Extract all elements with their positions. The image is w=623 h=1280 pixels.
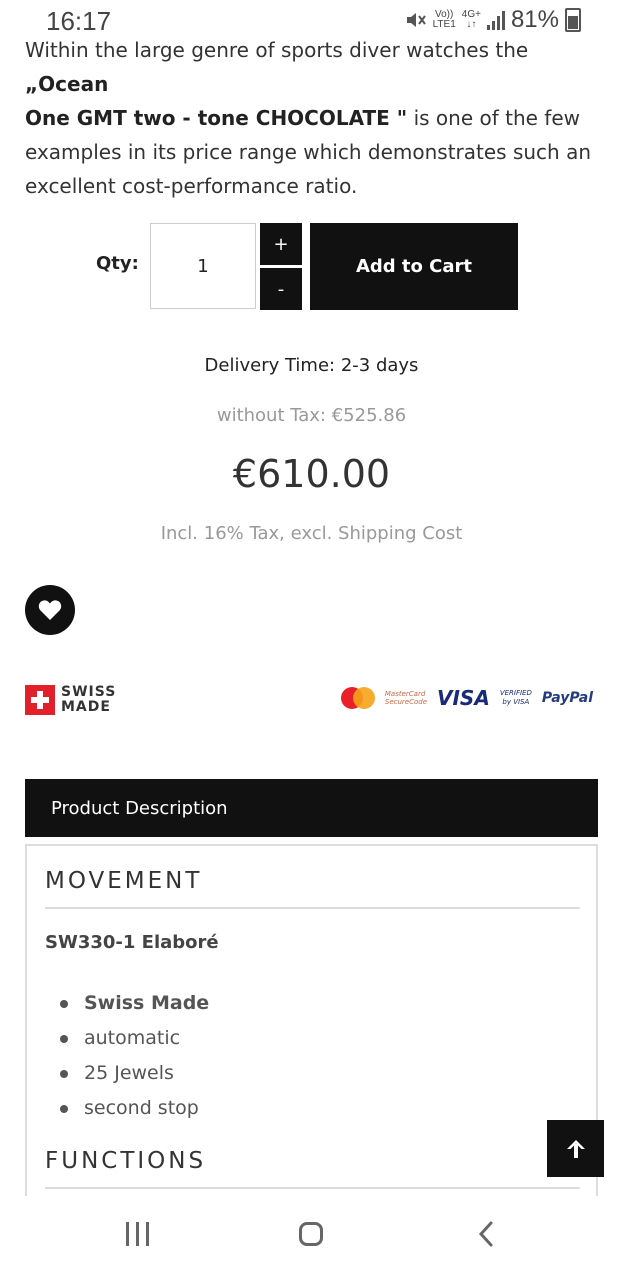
swiss-flag-icon <box>25 685 55 715</box>
quantity-input[interactable] <box>150 223 256 309</box>
battery-icon <box>565 8 581 32</box>
heart-icon <box>38 600 62 620</box>
mute-icon <box>406 13 426 27</box>
list-item: second stop <box>45 1091 209 1126</box>
android-nav-bar <box>0 1196 623 1280</box>
qty-decrease-button[interactable]: - <box>260 268 302 310</box>
price-without-tax: without Tax: €525.86 <box>216 405 407 426</box>
scroll-to-top-button[interactable] <box>547 1120 604 1177</box>
product-price: €610.00 <box>232 452 391 496</box>
signal-icon <box>486 10 505 30</box>
back-icon[interactable] <box>476 1220 496 1248</box>
network-indicator: 4G+ ↓↑ <box>462 10 481 30</box>
delivery-time: Delivery Time: 2-3 days <box>204 355 419 376</box>
vbv-line2: by VISA <box>502 698 530 706</box>
vbv-line1: VERIFIED <box>499 689 532 697</box>
tab-product-description[interactable]: Product Description <box>25 779 598 837</box>
data-arrows: ↓↑ <box>466 19 477 30</box>
intro-highlight-name: One GMT two - tone CHOCOLATE " <box>25 106 408 130</box>
intro-text-start: Within the large genre of sports diver w… <box>25 38 529 62</box>
swiss-made-logo: SWISS MADE <box>25 685 116 715</box>
arrow-up-icon <box>566 1139 585 1158</box>
swiss-made-text: SWISS MADE <box>61 685 116 715</box>
list-item: 25 Jewels <box>45 1056 209 1091</box>
visa-logo: VISA <box>437 686 490 710</box>
mc-secure-line2: SecureCode <box>384 698 428 706</box>
verified-by-visa-logo: VERIFIED by VISA <box>500 689 532 707</box>
list-item: automatic <box>45 1021 209 1056</box>
caliber-name: SW330-1 Elaboré <box>45 932 219 953</box>
movement-divider <box>45 907 580 909</box>
functions-heading: FUNCTIONS <box>45 1148 207 1174</box>
description-panel: MOVEMENT SW330-1 Elaboré Swiss Made auto… <box>25 844 598 1196</box>
mc-secure-line1: MasterCard <box>384 690 426 698</box>
wishlist-button[interactable] <box>25 585 75 635</box>
qty-label: Qty: <box>96 253 139 274</box>
list-item: Swiss Made <box>45 986 209 1021</box>
lte-label: LTE1 <box>432 19 456 30</box>
functions-divider <box>45 1187 580 1189</box>
qty-increase-button[interactable]: + <box>260 223 302 265</box>
status-icons: Vo)) LTE1 4G+ ↓↑ 81% <box>405 6 581 34</box>
paypal-logo: PayPal <box>541 690 593 706</box>
tax-note: Incl. 16% Tax, excl. Shipping Cost <box>160 523 463 544</box>
feature-list: Swiss Made automatic 25 Jewels second st… <box>45 986 209 1126</box>
intro-highlight-quote: „Ocean <box>25 72 109 96</box>
home-icon[interactable] <box>299 1222 323 1246</box>
volte-indicator: Vo)) LTE1 <box>433 10 456 30</box>
payment-logos: MasterCard SecureCode VISA VERIFIED by V… <box>340 686 593 710</box>
swiss-text-line1: SWISS <box>61 684 117 700</box>
mastercard-securecode-logo: MasterCard SecureCode <box>385 690 427 706</box>
battery-percent: 81% <box>510 6 559 33</box>
product-intro: Within the large genre of sports diver w… <box>25 33 595 203</box>
swiss-text-line2: MADE <box>61 699 111 715</box>
mastercard-logo <box>340 687 375 709</box>
recent-apps-icon[interactable] <box>126 1222 149 1246</box>
movement-heading: MOVEMENT <box>45 868 203 894</box>
add-to-cart-button[interactable]: Add to Cart <box>310 223 518 310</box>
